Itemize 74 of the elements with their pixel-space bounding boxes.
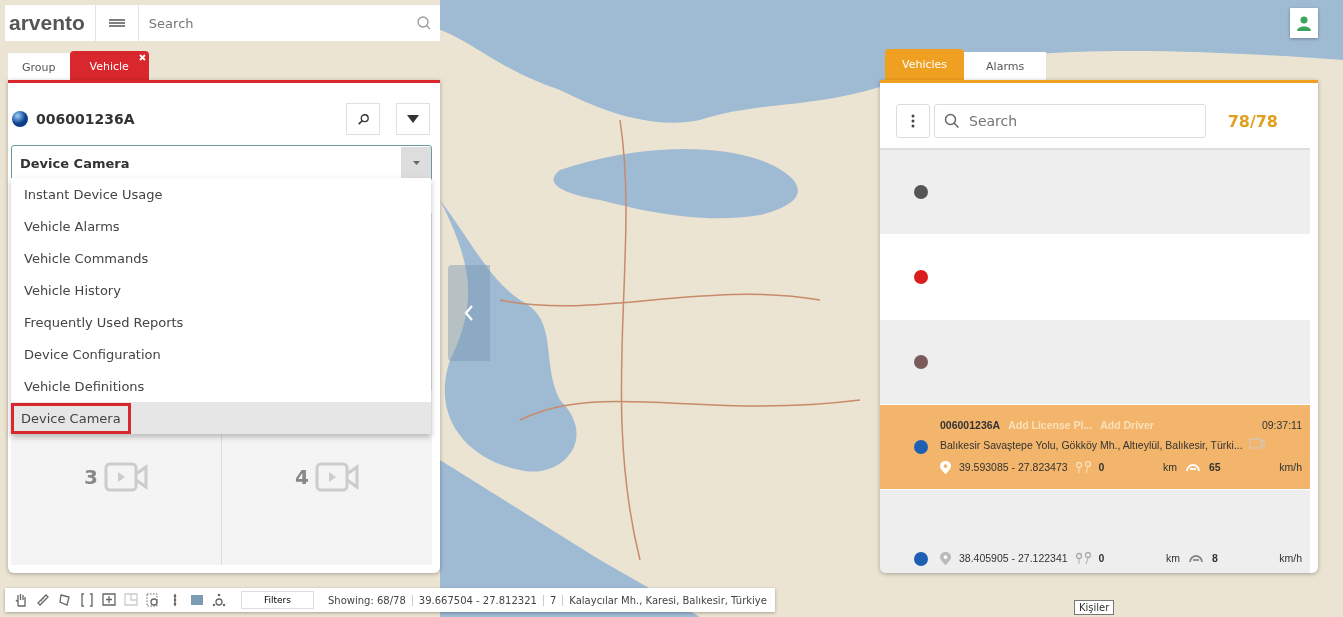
camera-frame-icon [145, 592, 161, 608]
cursor-coordinates: 39.667504 - 27.812321 [411, 594, 537, 606]
vehicle-address: Balıkesir Savaştepe Yolu, Gökköy Mh., Altıeylül, Balıkesir, Türki... [940, 439, 1243, 451]
menu-option[interactable]: Frequently Used Reports [11, 306, 431, 338]
route-icon [1075, 460, 1091, 474]
ruler-tool[interactable] [35, 592, 51, 608]
video-camera-icon [314, 462, 359, 493]
video-camera-icon [103, 462, 148, 493]
menu-option[interactable]: Device Camera [11, 402, 431, 434]
hand-icon [13, 592, 29, 608]
distance-unit: km [1163, 461, 1177, 473]
image-icon [189, 592, 205, 608]
cursor-address: Kalaycılar Mh., Karesi, Balıkesir, Türkiye [562, 594, 767, 606]
speed: 8 [1211, 552, 1218, 564]
caret-icon [412, 161, 420, 165]
distance-unit: km [1165, 552, 1180, 564]
bracket-frame-tool[interactable] [79, 592, 95, 608]
user-icon [1296, 15, 1312, 31]
distance: 0 [1098, 552, 1105, 564]
search-field[interactable]: Search [934, 104, 1206, 138]
zoom-level: 7 [542, 594, 557, 606]
search-field[interactable]: Search [138, 5, 408, 41]
speed-unit: km/h [1279, 552, 1302, 564]
menu-option[interactable]: Instant Device Usage [11, 178, 431, 210]
vehicle-id: 006001236A [940, 419, 1001, 431]
polygon-icon [57, 592, 73, 608]
slot-number: 4 [295, 465, 309, 490]
menu-icon [107, 16, 126, 30]
menu-option[interactable]: Vehicle Alarms [11, 210, 431, 242]
add-box-tool[interactable] [101, 592, 117, 608]
search-icon [357, 113, 369, 125]
menu-option[interactable]: Vehicle Commands [11, 242, 431, 274]
search-icon [416, 15, 432, 31]
tooltip: Kişiler [1074, 600, 1115, 615]
bracket-frame-icon [79, 592, 95, 608]
caret-icon [407, 115, 419, 123]
menu-option[interactable]: Device Configuration [11, 338, 431, 370]
search-button[interactable] [346, 103, 380, 135]
user-button[interactable] [1290, 8, 1318, 38]
search-icon [944, 113, 960, 129]
showing-count: Showing: 68/78 [328, 594, 406, 606]
last-update-time: 09:37:11 [1261, 419, 1302, 431]
camera-frame-tool[interactable] [145, 592, 161, 608]
speed-unit: km/h [1279, 461, 1302, 473]
distance: 0 [1098, 461, 1105, 473]
hand-tool[interactable] [13, 592, 29, 608]
arvento-logo: arvento [5, 5, 96, 41]
pin-icon [940, 460, 951, 474]
globe-marker-icon [12, 111, 28, 127]
kebab-icon [911, 114, 915, 128]
slot-number: 3 [84, 465, 98, 490]
scatter-dots-tool[interactable] [211, 592, 227, 608]
speed: 65 [1209, 461, 1221, 473]
filters-button[interactable]: Filters [241, 591, 314, 609]
menu-button[interactable] [95, 5, 139, 41]
pin-icon [940, 551, 951, 565]
chevron-left-icon [462, 304, 476, 322]
image-tool[interactable] [189, 592, 205, 608]
close-icon[interactable] [138, 54, 146, 61]
vehicle-name: 006001236A [36, 111, 136, 127]
menu-option[interactable]: Vehicle History [11, 274, 431, 306]
add-box-icon [101, 592, 117, 608]
dropdown-button[interactable] [396, 103, 430, 135]
polygon-tool[interactable] [57, 592, 73, 608]
list-tab[interactable]: Alarms [964, 52, 1047, 80]
coordinates: 39.593085 - 27.823473 [959, 461, 1068, 473]
box-icon [123, 592, 139, 608]
coordinates: 38.405905 - 27.122341 [959, 552, 1068, 564]
scatter-dots-icon [211, 592, 227, 608]
ruler-icon [35, 592, 51, 608]
panel-tab[interactable]: Vehicle [69, 51, 149, 81]
panel-tab[interactable]: Group [8, 53, 70, 81]
vehicle-count: 78/78 [1227, 111, 1278, 131]
route-icon [1075, 551, 1091, 565]
